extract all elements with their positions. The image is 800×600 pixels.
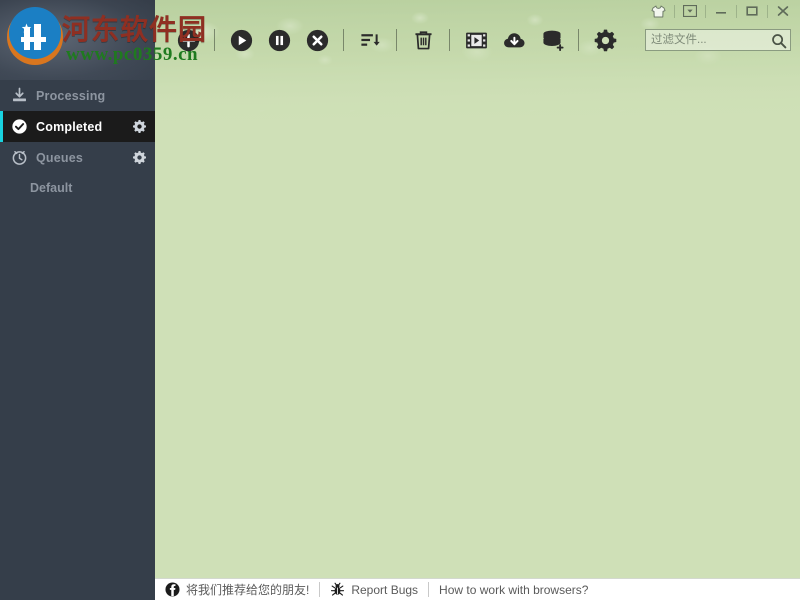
dropdown-icon [682, 5, 697, 17]
check-circle-icon [9, 117, 29, 137]
window-controls [643, 0, 798, 22]
pause-circle-icon [267, 28, 292, 53]
sort-button[interactable] [351, 23, 389, 57]
facebook-icon [165, 582, 180, 597]
resume-button[interactable] [222, 23, 260, 57]
status-bar: 将我们推荐给您的朋友! Report Bugs How to work with… [155, 578, 800, 600]
sidebar-subitem-default[interactable]: Default [0, 173, 155, 202]
trash-icon [412, 29, 435, 52]
completed-settings-gear-icon[interactable] [128, 116, 150, 138]
plus-circle-icon [176, 28, 201, 53]
cloud-download-icon [502, 28, 527, 53]
add-download-button[interactable] [169, 23, 207, 57]
logo-swoosh [0, 0, 155, 80]
settings-button[interactable] [586, 23, 624, 57]
pause-button[interactable] [260, 23, 298, 57]
film-play-icon [464, 28, 489, 53]
delete-button[interactable] [404, 23, 442, 57]
browser-help-label: How to work with browsers? [439, 582, 589, 597]
toolbar-separator [396, 29, 397, 51]
maximize-button[interactable] [736, 1, 767, 22]
skin-icon [651, 5, 666, 18]
application-window: Processing Completed [0, 0, 800, 600]
download-list-area[interactable] [155, 58, 800, 578]
video-button[interactable] [457, 23, 495, 57]
close-button[interactable] [767, 1, 798, 22]
close-icon [776, 5, 790, 17]
sidebar-item-label: Queues [36, 150, 84, 165]
toolbar-separator [578, 29, 579, 51]
browser-help-link[interactable]: How to work with browsers? [429, 579, 598, 600]
database-button[interactable] [533, 23, 571, 57]
sidebar: Processing Completed Queues Default [0, 0, 155, 578]
report-bugs-label: Report Bugs [351, 582, 419, 597]
gear-icon [593, 28, 618, 53]
sidebar-item-completed[interactable]: Completed [0, 111, 155, 142]
clock-icon [9, 148, 29, 168]
stop-circle-icon [305, 28, 330, 53]
download-tray-icon [9, 86, 29, 106]
recommend-to-friends-link[interactable]: 将我们推荐给您的朋友! [155, 579, 319, 600]
statusbar-sidebar-corner [0, 578, 155, 600]
sidebar-logo-area [0, 0, 155, 80]
report-bugs-link[interactable]: Report Bugs [320, 579, 428, 600]
queues-settings-gear-icon[interactable] [128, 147, 150, 169]
sidebar-subitem-label: Default [30, 180, 73, 195]
bug-icon [330, 582, 345, 597]
search-icon[interactable] [770, 32, 787, 49]
dropdown-menu-button[interactable] [674, 1, 705, 22]
main-toolbar [155, 22, 800, 58]
toolbar-separator [214, 29, 215, 51]
database-add-icon [540, 28, 565, 53]
sidebar-item-label: Completed [36, 119, 103, 134]
sidebar-item-processing[interactable]: Processing [0, 80, 155, 111]
recommend-to-friends-label: 将我们推荐给您的朋友! [186, 583, 310, 597]
search-input[interactable] [646, 30, 764, 50]
search-box[interactable] [645, 29, 791, 51]
sidebar-item-queues[interactable]: Queues [0, 142, 155, 173]
sidebar-item-label: Processing [36, 88, 106, 103]
play-circle-icon [229, 28, 254, 53]
stop-button[interactable] [298, 23, 336, 57]
sort-descending-icon [359, 29, 382, 52]
skin-button[interactable] [643, 1, 674, 22]
minimize-icon [714, 5, 728, 17]
toolbar-separator [449, 29, 450, 51]
toolbar-separator [343, 29, 344, 51]
maximize-icon [745, 5, 759, 17]
cloud-download-button[interactable] [495, 23, 533, 57]
minimize-button[interactable] [705, 1, 736, 22]
